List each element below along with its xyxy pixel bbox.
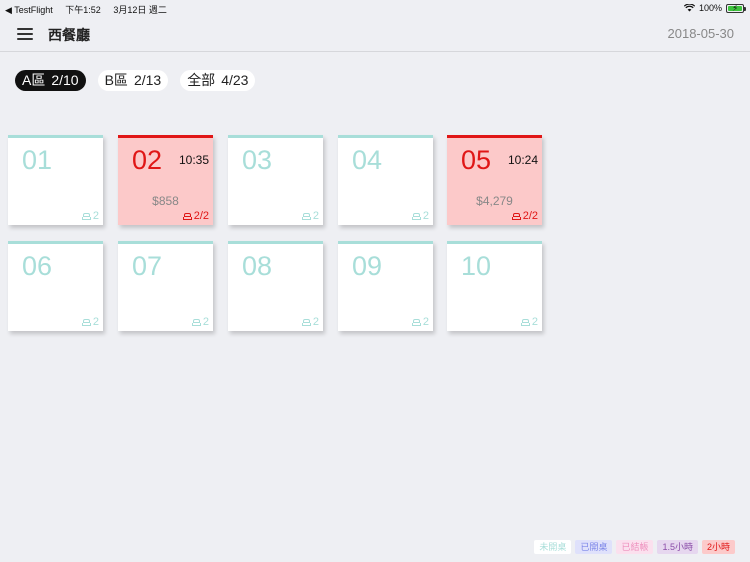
table-seats: 2 bbox=[301, 316, 319, 328]
battery-percent: 100% bbox=[698, 3, 722, 13]
table-amount: $4,279 bbox=[476, 194, 513, 208]
tab-area-b[interactable]: B區 2/13 bbox=[97, 70, 169, 91]
table-number: 05 bbox=[461, 145, 492, 175]
table-seats: 2/2 bbox=[182, 210, 209, 222]
table-number: 07 bbox=[132, 251, 163, 281]
tab-count: 2/10 bbox=[51, 72, 79, 88]
table-card[interactable]: 02 10:35 $858 2/2 bbox=[118, 135, 213, 225]
table-number: 03 bbox=[242, 145, 273, 175]
table-card[interactable]: 08 2 bbox=[228, 241, 323, 331]
table-number: 09 bbox=[352, 251, 383, 281]
legend-item-2-hours: 2小時 bbox=[701, 540, 735, 554]
status-time: 下午1:52 bbox=[65, 5, 101, 15]
table-card[interactable]: 01 2 bbox=[8, 135, 103, 225]
table-card[interactable]: 05 10:24 $4,279 2/2 bbox=[447, 135, 542, 225]
seat-icon bbox=[520, 318, 530, 326]
status-legend: 未開桌 已開桌 已結帳 1.5小時 2小時 bbox=[534, 540, 735, 554]
tab-area-a[interactable]: A區 2/10 bbox=[15, 70, 86, 91]
table-open-time: 10:24 bbox=[507, 153, 538, 167]
table-amount: $858 bbox=[152, 194, 179, 208]
seat-count: 2 bbox=[312, 316, 319, 328]
back-to-app-link[interactable]: ◀ TestFlight bbox=[5, 5, 53, 15]
seat-icon bbox=[81, 212, 91, 220]
table-number: 10 bbox=[461, 251, 492, 281]
battery-icon: ⚡ bbox=[726, 3, 746, 13]
navigation-bar: 西餐廳 2018-05-30 bbox=[0, 16, 750, 52]
table-open-time: 10:35 bbox=[178, 153, 209, 167]
legend-item-unopened: 未開桌 bbox=[534, 540, 572, 554]
table-card[interactable]: 10 2 bbox=[447, 241, 542, 331]
legend-item-opened: 已開桌 bbox=[575, 540, 613, 554]
seat-count: 2 bbox=[92, 210, 99, 222]
area-tabs: A區 2/10 B區 2/13 全部 4/23 bbox=[15, 70, 256, 91]
table-card[interactable]: 03 2 bbox=[228, 135, 323, 225]
table-seats: 2 bbox=[81, 316, 99, 328]
page-title: 西餐廳 bbox=[48, 27, 90, 43]
seat-count: 2 bbox=[531, 316, 538, 328]
seat-icon bbox=[411, 212, 421, 220]
hamburger-menu-icon[interactable] bbox=[17, 28, 33, 40]
table-card[interactable]: 09 2 bbox=[338, 241, 433, 331]
tab-count: 2/13 bbox=[133, 72, 162, 88]
table-number: 04 bbox=[352, 145, 383, 175]
business-date[interactable]: 2018-05-30 bbox=[668, 26, 735, 41]
table-seats: 2 bbox=[301, 210, 319, 222]
table-card[interactable]: 07 2 bbox=[118, 241, 213, 331]
tab-all[interactable]: 全部 4/23 bbox=[180, 70, 256, 91]
seat-icon bbox=[191, 318, 201, 326]
tab-label: 全部 bbox=[187, 72, 216, 88]
seat-count: 2 bbox=[422, 210, 429, 222]
seat-icon bbox=[81, 318, 91, 326]
seat-icon bbox=[301, 212, 311, 220]
table-seats: 2 bbox=[411, 316, 429, 328]
seat-count: 2 bbox=[92, 316, 99, 328]
table-seats: 2 bbox=[411, 210, 429, 222]
seat-count: 2 bbox=[422, 316, 429, 328]
table-number: 06 bbox=[22, 251, 53, 281]
table-number: 08 bbox=[242, 251, 273, 281]
legend-item-1-5-hours: 1.5小時 bbox=[657, 540, 698, 554]
tab-count: 4/23 bbox=[221, 72, 249, 88]
table-seats: 2 bbox=[520, 316, 538, 328]
seat-icon bbox=[511, 212, 521, 220]
status-date: 3月12日 週二 bbox=[113, 5, 167, 15]
seat-icon bbox=[301, 318, 311, 326]
seat-icon bbox=[411, 318, 421, 326]
seat-count: 2 bbox=[202, 316, 209, 328]
table-seats: 2 bbox=[191, 316, 209, 328]
wifi-icon bbox=[683, 4, 695, 12]
table-number: 02 bbox=[132, 145, 163, 175]
tab-label: B區 bbox=[104, 72, 128, 88]
legend-item-paid: 已結帳 bbox=[616, 540, 654, 554]
table-number: 01 bbox=[22, 145, 53, 175]
table-seats: 2/2 bbox=[511, 210, 538, 222]
tab-label: A區 bbox=[22, 72, 46, 88]
seat-count: 2/2 bbox=[522, 210, 538, 222]
seat-count: 2/2 bbox=[193, 210, 209, 222]
seat-count: 2 bbox=[312, 210, 319, 222]
status-bar: ◀ TestFlight 下午1:52 3月12日 週二 100% ⚡ bbox=[0, 0, 750, 16]
table-card[interactable]: 04 2 bbox=[338, 135, 433, 225]
page-indicator[interactable] bbox=[0, 555, 750, 562]
seat-icon bbox=[182, 212, 192, 220]
table-seats: 2 bbox=[81, 210, 99, 222]
table-card[interactable]: 06 2 bbox=[8, 241, 103, 331]
